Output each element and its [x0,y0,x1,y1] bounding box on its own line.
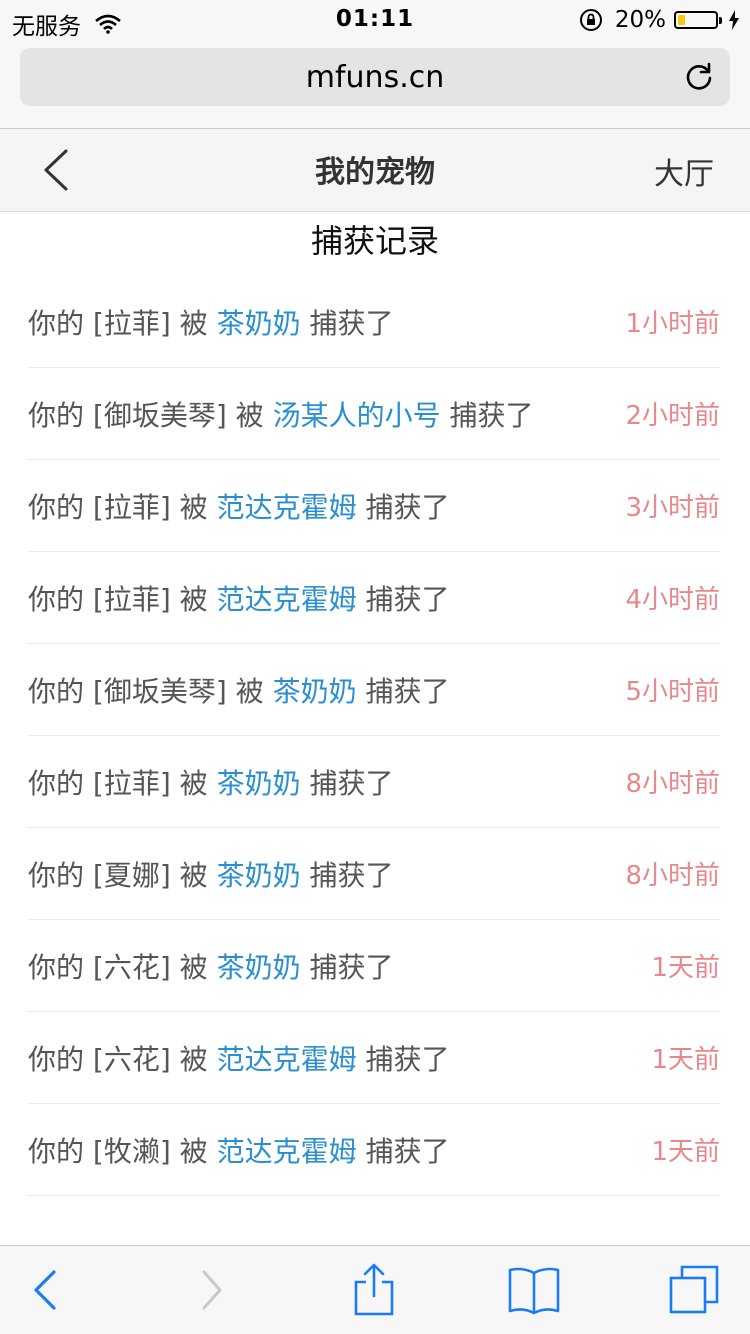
status-right: 20% [579,7,740,33]
bookmarks-button[interactable] [506,1262,562,1318]
catcher-link[interactable]: 范达克霍姆 [217,1043,357,1076]
record-prefix: 你的 [御坂美琴] 被 [28,398,273,432]
record-row: 你的 [拉菲] 被 范达克霍姆 捕获了 3小时前 [28,460,720,552]
record-message: 你的 [夏娜] 被 茶奶奶 捕获了 [28,854,393,894]
browser-address-area: mfuns.cn [0,40,750,129]
page-title: 我的宠物 [315,155,435,190]
record-time: 8小时前 [625,769,720,799]
record-prefix: 你的 [夏娜] 被 [28,858,217,892]
record-message: 你的 [拉菲] 被 范达克霍姆 捕获了 [28,578,449,618]
record-row: 你的 [六花] 被 范达克霍姆 捕获了 1天前 [28,1012,720,1104]
battery-percent: 20% [614,7,666,33]
record-prefix: 你的 [拉菲] 被 [28,582,217,616]
catcher-link[interactable]: 茶奶奶 [217,767,301,800]
record-prefix: 你的 [拉菲] 被 [28,306,217,340]
record-time: 1天前 [651,953,720,983]
record-time: 1天前 [651,1137,720,1167]
record-time: 1小时前 [625,309,720,339]
record-message: 你的 [拉菲] 被 范达克霍姆 捕获了 [28,486,449,526]
page-header: 我的宠物 大厅 [0,129,750,212]
charging-icon [729,10,739,30]
record-message: 你的 [六花] 被 范达克霍姆 捕获了 [28,1038,449,1078]
catcher-link[interactable]: 范达克霍姆 [217,583,357,616]
record-row: 你的 [夏娜] 被 茶奶奶 捕获了 8小时前 [28,828,720,920]
section-title: 捕获记录 [310,222,439,260]
catcher-link[interactable]: 茶奶奶 [217,859,301,892]
back-icon [34,1270,56,1310]
battery-icon [674,11,722,29]
record-suffix: 捕获了 [300,950,394,984]
record-suffix: 捕获了 [440,398,534,432]
tabs-button[interactable] [666,1262,722,1318]
lobby-link[interactable]: 大厅 [654,149,714,193]
record-time: 4小时前 [625,585,720,615]
record-suffix: 捕获了 [356,490,450,524]
record-message: 你的 [拉菲] 被 茶奶奶 捕获了 [28,302,393,342]
tabs-icon [669,1265,719,1314]
record-message: 你的 [牧濑] 被 范达克霍姆 捕获了 [28,1130,449,1170]
catcher-link[interactable]: 范达克霍姆 [217,1135,357,1168]
record-prefix: 你的 [六花] 被 [28,1042,217,1076]
record-prefix: 你的 [拉菲] 被 [28,766,217,800]
record-message: 你的 [御坂美琴] 被 茶奶奶 捕获了 [28,670,449,710]
reload-icon[interactable] [684,62,714,92]
url-text[interactable]: mfuns.cn [306,60,445,95]
record-time: 2小时前 [625,401,720,431]
record-row: 你的 [拉菲] 被 范达克霍姆 捕获了 4小时前 [28,552,720,644]
record-time: 5小时前 [625,677,720,707]
catcher-link[interactable]: 茶奶奶 [217,951,301,984]
share-button[interactable] [346,1262,402,1318]
record-row: 你的 [御坂美琴] 被 茶奶奶 捕获了 5小时前 [28,644,720,736]
record-row: 你的 [御坂美琴] 被 汤某人的小号 捕获了 2小时前 [28,368,720,460]
record-time: 8小时前 [625,861,720,891]
catcher-link[interactable]: 茶奶奶 [273,675,357,708]
record-time: 3小时前 [625,493,720,523]
record-message: 你的 [御坂美琴] 被 汤某人的小号 捕获了 [28,394,533,434]
record-row: 你的 [六花] 被 茶奶奶 捕获了 1天前 [28,920,720,1012]
record-prefix: 你的 [拉菲] 被 [28,490,217,524]
record-suffix: 捕获了 [300,766,394,800]
record-suffix: 捕获了 [356,674,450,708]
record-prefix: 你的 [御坂美琴] 被 [28,674,273,708]
battery-level [678,15,685,25]
catcher-link[interactable]: 汤某人的小号 [273,399,441,432]
record-prefix: 你的 [六花] 被 [28,950,217,984]
status-bar: 无服务 01:11 20% [0,0,750,40]
record-message: 你的 [六花] 被 茶奶奶 捕获了 [28,946,393,986]
record-row: 你的 [拉菲] 被 茶奶奶 捕获了 1小时前 [28,276,720,368]
browser-toolbar [0,1245,750,1334]
record-time: 1天前 [651,1045,720,1075]
forward-icon [202,1270,222,1310]
capture-records-list: 你的 [拉菲] 被 茶奶奶 捕获了 1小时前 你的 [御坂美琴] 被 汤某人的小… [28,276,720,1196]
bookmarks-icon [508,1267,560,1315]
record-suffix: 捕获了 [356,1042,450,1076]
record-prefix: 你的 [牧濑] 被 [28,1134,217,1168]
record-suffix: 捕获了 [300,306,394,340]
record-row: 你的 [拉菲] 被 茶奶奶 捕获了 8小时前 [28,736,720,828]
record-suffix: 捕获了 [356,582,450,616]
address-bar[interactable]: mfuns.cn [20,48,730,106]
forward-button[interactable] [184,1262,240,1318]
share-icon [354,1263,394,1316]
rotation-lock-icon [579,9,602,31]
back-button[interactable] [16,1262,72,1318]
catcher-link[interactable]: 茶奶奶 [217,307,301,340]
record-row: 你的 [牧濑] 被 范达克霍姆 捕获了 1天前 [28,1104,720,1196]
record-message: 你的 [拉菲] 被 茶奶奶 捕获了 [28,762,393,802]
record-suffix: 捕获了 [356,1134,450,1168]
catcher-link[interactable]: 范达克霍姆 [217,491,357,524]
record-suffix: 捕获了 [300,858,394,892]
